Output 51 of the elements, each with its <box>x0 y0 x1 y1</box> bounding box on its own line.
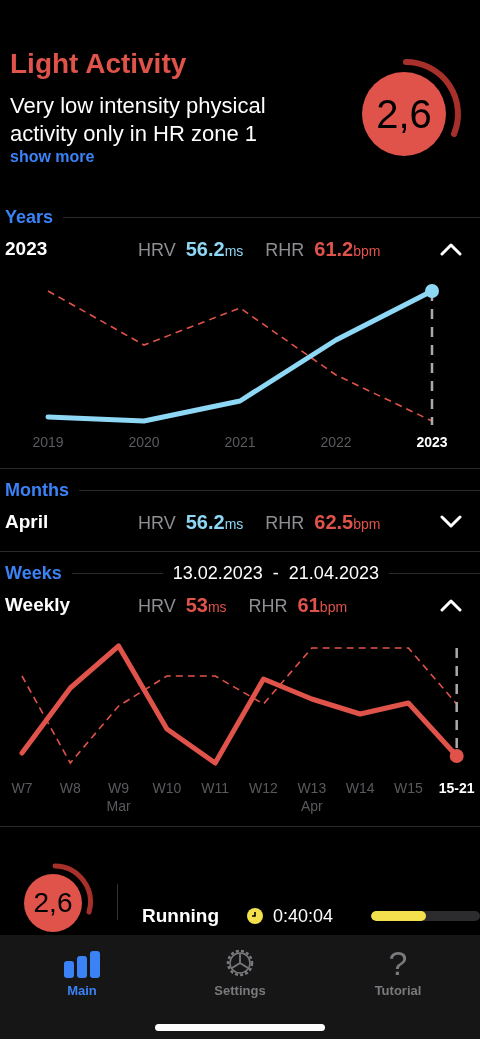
axis-label: 15-21 <box>438 780 475 796</box>
axis-label: W7 <box>11 780 33 796</box>
help-icon: ? <box>388 947 408 979</box>
metric-label: RHR <box>265 239 305 261</box>
axis-label: W15 <box>394 780 423 796</box>
period-label: 2023 <box>5 238 49 260</box>
show-more-link[interactable]: show more <box>10 148 95 166</box>
metric-value: 53ms <box>185 593 227 617</box>
metric-value: 61bpm <box>297 593 348 617</box>
clock-icon <box>247 908 264 924</box>
activity-name: Running <box>142 905 220 927</box>
tab[interactable]: Settings <box>180 943 300 999</box>
metric-value: 62.5bpm <box>314 510 381 534</box>
month-label: Apr <box>300 798 323 814</box>
axis-label: W13 <box>297 780 327 796</box>
metric-value: 56.2ms <box>185 510 244 534</box>
tab[interactable]: Main <box>22 943 142 999</box>
section-label: Months <box>5 479 69 501</box>
activity-description: Very low intensity physical activity only in HR zone 1 <box>10 92 267 148</box>
period-label: April <box>5 511 50 533</box>
axis-label: 2021 <box>224 434 256 450</box>
metric-value: 61.2bpm <box>314 237 381 261</box>
settings-icon <box>224 947 256 979</box>
axis-label: 2022 <box>320 434 352 450</box>
axis-label: W8 <box>59 780 81 796</box>
month-label: Mar <box>106 798 131 814</box>
axis-label: 2020 <box>128 434 160 450</box>
duration: 0:40:04 <box>273 905 334 927</box>
axis-label: W14 <box>345 780 375 796</box>
axis-label: W9 <box>108 780 130 796</box>
activity-title: Light Activity <box>10 48 188 80</box>
metric-label: HRV <box>138 595 176 617</box>
metric-label: HRV <box>138 512 176 534</box>
point-marker <box>449 749 464 763</box>
metric-label: HRV <box>138 239 176 261</box>
axis-label: W12 <box>249 780 278 796</box>
section-label: Weeks <box>5 562 62 584</box>
section-label: Years <box>5 206 54 228</box>
period-label: Weekly <box>5 594 72 616</box>
metric-label: RHR <box>248 595 288 617</box>
score-gauge: 2,6 <box>346 54 466 174</box>
metric-value: 56.2ms <box>185 237 244 261</box>
metric-label: RHR <box>265 512 305 534</box>
axis-label: W10 <box>152 780 182 796</box>
axis-label: 2019 <box>32 434 64 450</box>
point-marker <box>425 284 439 298</box>
bar-chart-icon <box>63 951 101 979</box>
axis-label: 2023 <box>416 434 448 450</box>
tab[interactable]: ? Tutorial <box>338 943 458 999</box>
axis-label: W11 <box>201 780 230 796</box>
date-range: 13.02.2023 - 21.04.2023 <box>172 562 379 584</box>
